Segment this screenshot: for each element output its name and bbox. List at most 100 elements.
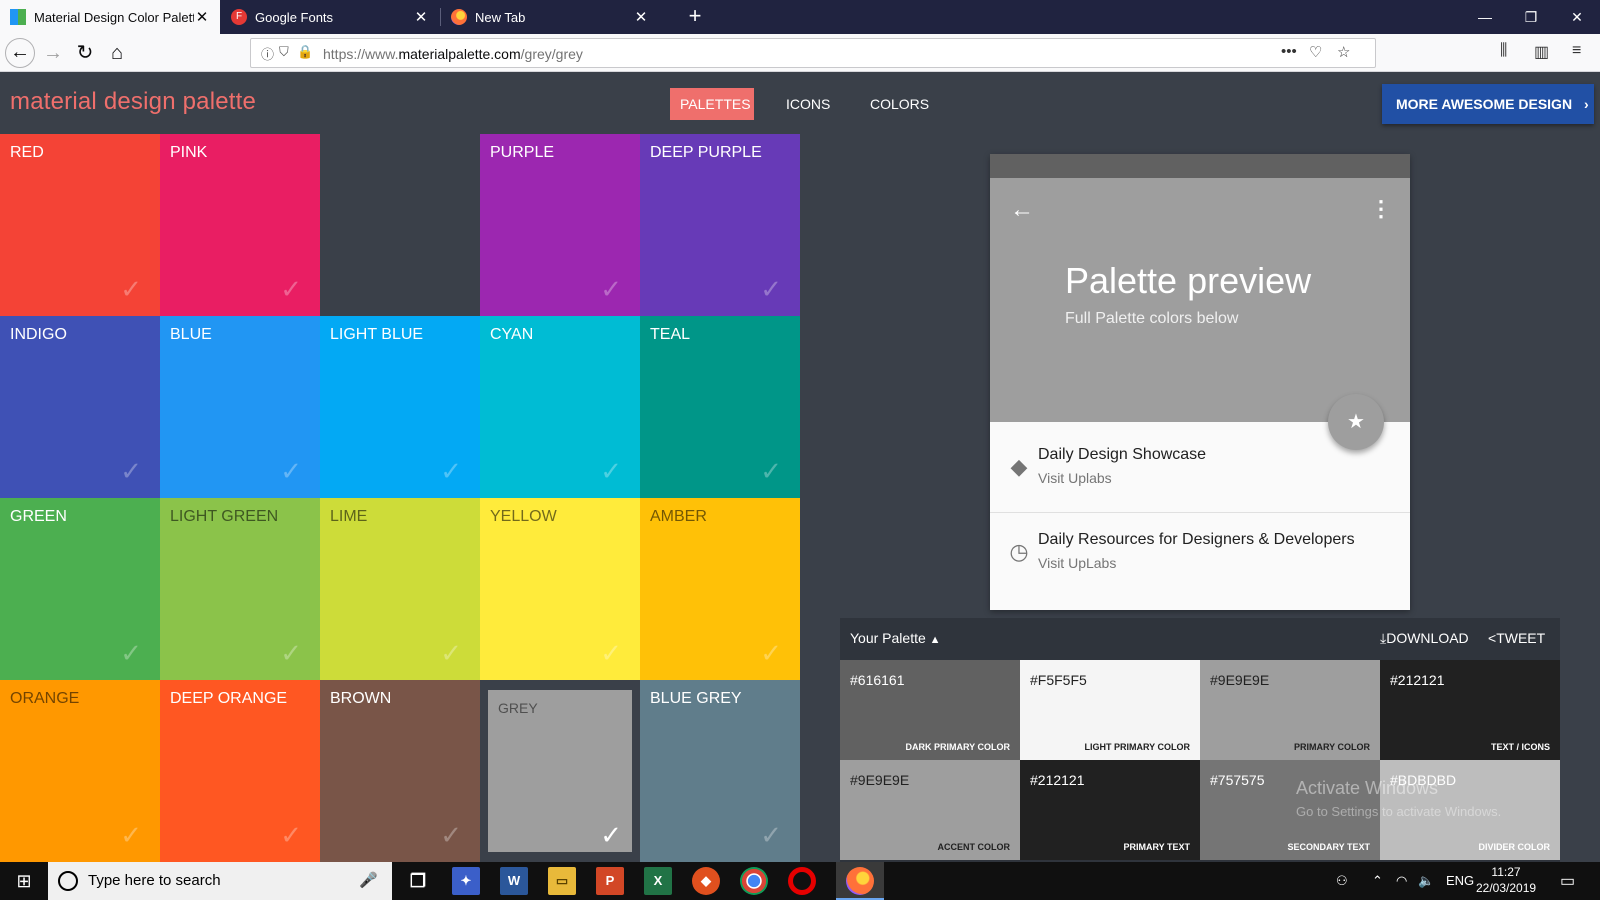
color-swatch-purple[interactable]: PURPLE ✓ — [480, 134, 640, 316]
color-swatch-brown[interactable]: BROWN ✓ — [320, 680, 480, 862]
palette-hex: #757575 — [1210, 772, 1265, 788]
microphone-icon[interactable]: 🎤 — [359, 871, 378, 889]
tweet-button[interactable]: <TWEET — [1488, 630, 1545, 646]
palette-cell[interactable]: #616161 DARK PRIMARY COLOR — [840, 660, 1020, 760]
color-swatch-green[interactable]: GREEN ✓ — [0, 498, 160, 680]
language-indicator[interactable]: ENG — [1446, 873, 1474, 888]
palette-cell[interactable]: #9E9E9E ACCENT COLOR — [840, 760, 1020, 860]
color-swatch-deep-purple[interactable]: DEEP PURPLE ✓ — [640, 134, 800, 316]
info-icon[interactable]: ⓘ — [261, 44, 274, 63]
close-icon[interactable]: ✕ — [633, 8, 649, 26]
nav-palettes[interactable]: PALETTES — [670, 88, 754, 120]
site-logo[interactable]: material design palette — [10, 88, 256, 116]
palette-hex: #9E9E9E — [1210, 672, 1270, 688]
lock-icon[interactable]: 🔒 — [297, 44, 313, 60]
palette-role: LIGHT PRIMARY COLOR — [1084, 742, 1191, 752]
swatch-label: YELLOW — [490, 508, 557, 525]
wifi-icon[interactable]: ◠ — [1396, 873, 1407, 889]
palette-hex: #212121 — [1030, 772, 1085, 788]
url-bar[interactable]: ⓘ ⛉ 🔒 https://www.materialpalette.com/gr… — [250, 38, 1376, 68]
nav-icons[interactable]: ICONS — [776, 88, 840, 120]
palette-cell[interactable]: #212121 TEXT / ICONS — [1380, 660, 1560, 760]
volume-muted-icon[interactable]: 🔈 — [1418, 873, 1434, 889]
pocket-icon[interactable]: ♡ — [1309, 43, 1322, 61]
chevron-up-icon[interactable]: ⌃ — [1372, 873, 1383, 889]
download-button[interactable]: ⤓DOWNLOAD — [1380, 630, 1469, 647]
clock[interactable]: 11:27 22/03/2019 — [1476, 864, 1536, 896]
opera-icon[interactable] — [788, 867, 816, 895]
color-swatch-light-blue[interactable]: LIGHT BLUE ✓ — [320, 316, 480, 498]
color-swatch-teal[interactable]: TEAL ✓ — [640, 316, 800, 498]
sidebar-icon[interactable]: ▥ — [1534, 42, 1549, 62]
minimize-icon[interactable]: — — [1462, 0, 1508, 34]
home-icon[interactable]: ⌂ — [102, 38, 132, 68]
checkmark-icon: ✓ — [760, 638, 782, 668]
forward-arrow-icon[interactable]: → — [38, 38, 68, 68]
file-explorer-icon[interactable]: ▭ — [548, 867, 576, 895]
checkmark-icon: ✓ — [760, 274, 782, 304]
list-item-title: Daily Design Showcase — [1038, 446, 1207, 463]
reload-icon[interactable]: ↻ — [70, 38, 100, 68]
restore-icon[interactable]: ❐ — [1508, 0, 1554, 34]
excel-icon[interactable]: X — [644, 867, 672, 895]
tab-google-fonts[interactable]: F Google Fonts ✕ — [221, 0, 439, 34]
clock-icon: ◷ — [1009, 539, 1029, 564]
color-swatch-pink[interactable]: PINK ✓ — [160, 134, 320, 316]
your-palette-toggle[interactable]: Your Palette ▲ — [850, 630, 941, 646]
share-icon: < — [1488, 630, 1497, 646]
palette-cell[interactable]: #F5F5F5 LIGHT PRIMARY COLOR — [1020, 660, 1200, 760]
color-swatch-amber[interactable]: AMBER ✓ — [640, 498, 800, 680]
firefox-icon[interactable] — [846, 867, 874, 895]
more-awesome-design-button[interactable]: MORE AWESOME DESIGN › — [1382, 84, 1594, 124]
checkmark-icon: ✓ — [120, 638, 142, 668]
app-photos-icon[interactable]: ✦ — [452, 867, 480, 895]
bookmark-star-icon[interactable]: ☆ — [1337, 43, 1350, 61]
color-swatch-red[interactable]: RED ✓ — [0, 134, 160, 316]
preview-list-item[interactable]: ◆ Daily Design Showcase Visit Uplabs — [990, 424, 1410, 512]
notifications-icon[interactable]: ▭ — [1560, 871, 1575, 891]
swatch-label: AMBER — [650, 508, 707, 525]
chrome-icon[interactable] — [740, 867, 768, 895]
tab-material-palette[interactable]: Material Design Color Palette G ✕ — [0, 0, 220, 34]
people-icon[interactable]: ⚇ — [1336, 873, 1348, 889]
swatch-label: LIGHT GREEN — [170, 508, 279, 525]
library-icon[interactable]: ⫼ — [1500, 42, 1507, 60]
browser-tab-strip: Material Design Color Palette G ✕ F Goog… — [0, 0, 1600, 34]
new-tab-plus-icon[interactable]: + — [680, 0, 710, 34]
palette-role: PRIMARY TEXT — [1123, 842, 1190, 852]
checkmark-icon: ✓ — [600, 820, 622, 850]
window-close-icon[interactable]: ✕ — [1554, 0, 1600, 34]
palette-cell[interactable]: #9E9E9E PRIMARY COLOR — [1200, 660, 1380, 760]
color-swatch-deep-orange[interactable]: DEEP ORANGE ✓ — [160, 680, 320, 862]
color-swatch-indigo[interactable]: INDIGO ✓ — [0, 316, 160, 498]
tracking-shield-icon[interactable]: ⛉ — [279, 44, 289, 60]
close-icon[interactable]: ✕ — [194, 8, 210, 26]
color-swatch-orange[interactable]: ORANGE ✓ — [0, 680, 160, 862]
swatch-label: GREEN — [10, 508, 67, 525]
swatch-label: TEAL — [650, 326, 691, 343]
task-view-icon[interactable]: ❐ — [404, 867, 432, 895]
back-arrow-icon[interactable]: ← — [5, 38, 35, 68]
color-swatch-cyan[interactable]: CYAN ✓ — [480, 316, 640, 498]
color-swatch-lime[interactable]: LIME ✓ — [320, 498, 480, 680]
word-icon[interactable]: W — [500, 867, 528, 895]
powerpoint-icon[interactable]: P — [596, 867, 624, 895]
more-vert-icon: ⋮ — [1370, 196, 1392, 221]
palette-cell[interactable]: #212121 PRIMARY TEXT — [1020, 760, 1200, 860]
taskbar-search-box[interactable]: Type here to search 🎤 — [48, 862, 392, 900]
fox-app-icon[interactable]: ◆ — [692, 867, 720, 895]
color-swatch-yellow[interactable]: YELLOW ✓ — [480, 498, 640, 680]
page-actions-icon[interactable]: ••• — [1281, 43, 1297, 60]
windows-start-icon[interactable]: ⊞ — [0, 862, 48, 900]
color-swatch-blue[interactable]: BLUE ✓ — [160, 316, 320, 498]
close-icon[interactable]: ✕ — [413, 8, 429, 26]
preview-list-item[interactable]: ◷ Daily Resources for Designers & Develo… — [990, 509, 1410, 597]
preview-title: Palette preview — [1065, 260, 1312, 301]
color-swatch-light-green[interactable]: LIGHT GREEN ✓ — [160, 498, 320, 680]
nav-colors[interactable]: COLORS — [860, 88, 939, 120]
color-swatch-blue-grey[interactable]: BLUE GREY ✓ — [640, 680, 800, 862]
color-swatch-grey[interactable]: GREY ✓ — [480, 680, 640, 862]
chevron-up-icon: ▲ — [929, 634, 941, 646]
tab-new-tab[interactable]: New Tab ✕ — [441, 0, 659, 34]
hamburger-menu-icon[interactable]: ≡ — [1572, 42, 1581, 60]
